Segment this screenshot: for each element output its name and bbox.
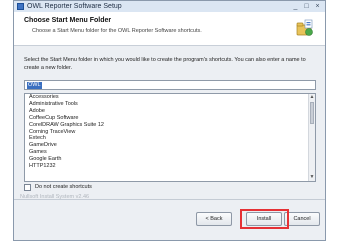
list-item[interactable]: GameDrive <box>25 142 315 149</box>
start-menu-folder-list[interactable]: Accessories Administrative Tools Adobe C… <box>24 93 316 182</box>
list-item[interactable]: Extech <box>25 135 315 142</box>
page-subtitle: Choose a Start Menu folder for the OWL R… <box>32 28 202 34</box>
minimize-button[interactable]: _ <box>290 2 301 11</box>
list-item[interactable]: CorelDRAW Graphics Suite 12 <box>25 122 315 129</box>
list-item[interactable]: Administrative Tools <box>25 101 315 108</box>
no-shortcuts-label[interactable]: Do not create shortcuts <box>35 184 92 191</box>
start-menu-folder-icon <box>296 19 313 36</box>
scroll-up-arrow-icon[interactable]: ▲ <box>309 94 315 101</box>
list-item[interactable]: CoffeeCup Software <box>25 115 315 122</box>
footer-separator <box>14 199 325 200</box>
list-item[interactable]: Games <box>25 149 315 156</box>
back-button[interactable]: < Back <box>196 212 232 226</box>
instructions-text: Select the Start Menu folder in which yo… <box>24 57 306 71</box>
setup-window: OWL Reporter Software Setup _ □ × Choose… <box>13 0 326 241</box>
cancel-button[interactable]: Cancel <box>284 212 320 226</box>
folder-name-value: OWL <box>27 82 42 89</box>
window-title: OWL Reporter Software Setup <box>27 3 122 10</box>
list-item[interactable]: HTTP1232 <box>25 163 315 170</box>
installer-app-icon <box>17 3 24 10</box>
maximize-button[interactable]: □ <box>301 2 312 11</box>
folder-list-scrollbar[interactable]: ▲ ▼ <box>308 94 315 181</box>
folder-name-input[interactable]: OWL <box>24 80 316 90</box>
no-shortcuts-checkbox[interactable] <box>24 184 31 191</box>
page-title: Choose Start Menu Folder <box>24 17 112 24</box>
install-button-highlight <box>240 209 289 229</box>
wizard-header: Choose Start Menu Folder Choose a Start … <box>14 12 325 46</box>
list-item[interactable]: Google Earth <box>25 156 315 163</box>
close-button[interactable]: × <box>312 2 323 11</box>
list-item[interactable]: Accessories <box>25 94 315 101</box>
scrollbar-thumb[interactable] <box>310 102 314 124</box>
folder-list-items: Accessories Administrative Tools Adobe C… <box>25 94 315 170</box>
scroll-down-arrow-icon[interactable]: ▼ <box>309 174 315 181</box>
list-item[interactable]: Adobe <box>25 108 315 115</box>
list-item[interactable]: Corning TraceView <box>25 129 315 136</box>
